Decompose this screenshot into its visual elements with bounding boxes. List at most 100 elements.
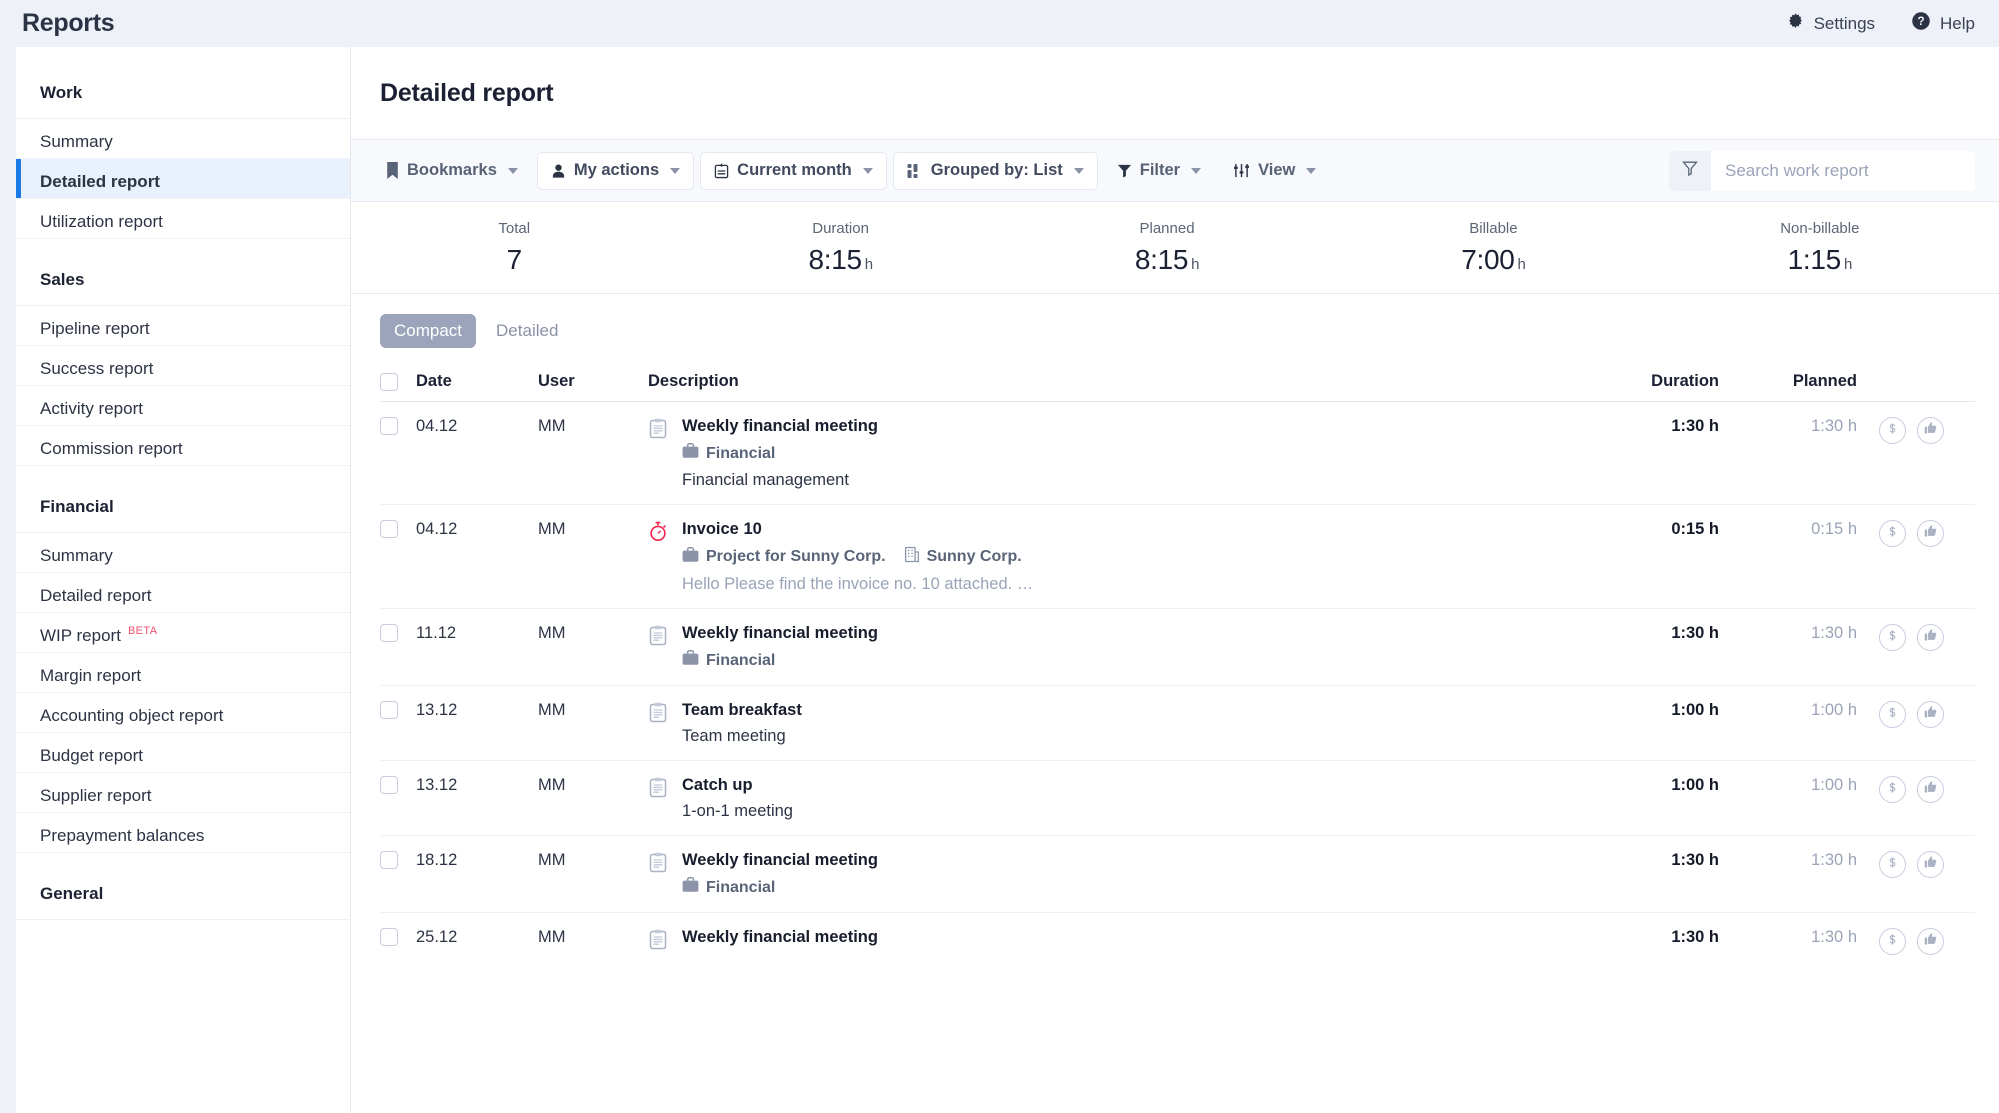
description-title[interactable]: Weekly financial meeting bbox=[682, 851, 878, 870]
density-tabs: Compact Detailed bbox=[351, 294, 1999, 362]
page-title: Detailed report bbox=[380, 78, 554, 107]
table-row[interactable]: 25.12 MM Weekly financial meeting 1:30 h 1:3… bbox=[380, 913, 1975, 969]
app-title: Reports bbox=[22, 9, 115, 37]
project-chip[interactable]: Financial bbox=[682, 650, 775, 671]
sidebar-item-pipeline-report[interactable]: Pipeline report bbox=[16, 306, 350, 346]
project-chip[interactable]: Financial bbox=[682, 877, 775, 898]
stat-unit: h bbox=[1191, 255, 1200, 273]
description-title[interactable]: Invoice 10 bbox=[682, 520, 1033, 539]
search-filter-icon-button[interactable] bbox=[1669, 151, 1711, 191]
header-duration[interactable]: Duration bbox=[1577, 372, 1737, 391]
sidebar-item-summary[interactable]: Summary bbox=[16, 119, 350, 159]
row-checkbox[interactable] bbox=[380, 624, 398, 642]
approve-button[interactable] bbox=[1917, 624, 1944, 651]
sidebar-item-wip-report[interactable]: WIP report BETA bbox=[16, 613, 350, 653]
stat-value: 8:15 h bbox=[677, 244, 1003, 276]
header-planned[interactable]: Planned bbox=[1737, 372, 1857, 391]
description-title[interactable]: Weekly financial meeting bbox=[682, 928, 878, 947]
sidebar-item-accounting-object-report[interactable]: Accounting object report bbox=[16, 693, 350, 733]
sidebar-item-supplier-report[interactable]: Supplier report bbox=[16, 773, 350, 813]
cell-description: Weekly financial meeting bbox=[648, 928, 1577, 955]
report-table: Date User Description Duration Planned 0… bbox=[351, 362, 1999, 969]
help-button[interactable]: ? Help bbox=[1911, 11, 1975, 36]
tab-detailed[interactable]: Detailed bbox=[482, 314, 572, 348]
customer-chip[interactable]: Sunny Corp. bbox=[904, 546, 1022, 568]
table-row[interactable]: 04.12 MM Weekly financial meeting Financial… bbox=[380, 402, 1975, 505]
sidebar-item-margin-report[interactable]: Margin report bbox=[16, 653, 350, 693]
main-header: Detailed report bbox=[351, 47, 1999, 140]
table-row[interactable]: 13.12 MM Team breakfast Team meeting 1:00 h 1… bbox=[380, 686, 1975, 761]
stat-total: Total 7 bbox=[351, 220, 677, 276]
billable-toggle-button[interactable] bbox=[1879, 851, 1906, 878]
description-meta: Financial bbox=[682, 443, 878, 464]
select-all-checkbox[interactable] bbox=[380, 372, 398, 391]
approve-button[interactable] bbox=[1917, 928, 1944, 955]
project-chip[interactable]: Financial bbox=[682, 443, 775, 464]
funnel-icon bbox=[1117, 163, 1132, 178]
sidebar-item-budget-report[interactable]: Budget report bbox=[16, 733, 350, 773]
description-title[interactable]: Weekly financial meeting bbox=[682, 417, 878, 436]
briefcase-icon bbox=[682, 546, 699, 568]
clipboard-icon bbox=[648, 417, 668, 490]
group-by-filter[interactable]: Grouped by: List bbox=[892, 151, 1098, 190]
sidebar-item-prepayment-balances[interactable]: Prepayment balances bbox=[16, 813, 350, 853]
my-actions-filter[interactable]: My actions bbox=[536, 151, 695, 190]
sidebar-item-label: Accounting object report bbox=[40, 706, 224, 725]
header-user[interactable]: User bbox=[538, 372, 648, 391]
cell-user: MM bbox=[538, 928, 566, 946]
table-row[interactable]: 13.12 MM Catch up 1-on-1 meeting 1:00 h 1:00 … bbox=[380, 761, 1975, 836]
approve-button[interactable] bbox=[1917, 520, 1944, 547]
header-date[interactable]: Date bbox=[416, 372, 538, 391]
table-row[interactable]: 11.12 MM Weekly financial meeting Financial… bbox=[380, 609, 1975, 686]
date-range-filter[interactable]: Current month bbox=[700, 151, 887, 190]
billable-toggle-button[interactable] bbox=[1879, 417, 1906, 444]
row-checkbox[interactable] bbox=[380, 417, 398, 435]
billable-toggle-button[interactable] bbox=[1879, 701, 1906, 728]
help-label: Help bbox=[1940, 13, 1975, 33]
description-subtext: Hello Please find the invoice no. 10 att… bbox=[682, 575, 1034, 593]
project-chip[interactable]: Project for Sunny Corp. bbox=[682, 546, 886, 568]
billable-toggle-button[interactable] bbox=[1879, 928, 1906, 955]
row-checkbox[interactable] bbox=[380, 928, 398, 946]
description-title[interactable]: Catch up bbox=[682, 776, 793, 795]
description-title[interactable]: Team breakfast bbox=[682, 701, 802, 720]
dollar-circle-icon bbox=[1885, 628, 1900, 648]
row-checkbox[interactable] bbox=[380, 520, 398, 538]
settings-button[interactable]: Settings bbox=[1786, 12, 1875, 36]
view-button[interactable]: View bbox=[1220, 152, 1329, 190]
sidebar-item-commission-report[interactable]: Commission report bbox=[16, 426, 350, 466]
approve-button[interactable] bbox=[1917, 701, 1944, 728]
billable-toggle-button[interactable] bbox=[1879, 776, 1906, 803]
sidebar-item-summary[interactable]: Summary bbox=[16, 533, 350, 573]
stat-unit: h bbox=[1517, 255, 1526, 273]
description-meta: Financial bbox=[682, 877, 878, 898]
row-checkbox[interactable] bbox=[380, 851, 398, 869]
calendar-icon bbox=[714, 163, 729, 179]
sidebar-item-detailed-report[interactable]: Detailed report bbox=[16, 573, 350, 613]
header-description[interactable]: Description bbox=[648, 372, 1577, 391]
approve-button[interactable] bbox=[1917, 851, 1944, 878]
sidebar-item-success-report[interactable]: Success report bbox=[16, 346, 350, 386]
dollar-circle-icon bbox=[1885, 780, 1900, 800]
table-row[interactable]: 04.12 MM Invoice 10 Project for Sunny Corp.… bbox=[380, 505, 1975, 609]
sidebar-item-activity-report[interactable]: Activity report bbox=[16, 386, 350, 426]
approve-button[interactable] bbox=[1917, 417, 1944, 444]
description-title[interactable]: Weekly financial meeting bbox=[682, 624, 878, 643]
sidebar-item-detailed-report[interactable]: Detailed report bbox=[16, 159, 350, 199]
row-checkbox[interactable] bbox=[380, 776, 398, 794]
sidebar-item-utilization-report[interactable]: Utilization report bbox=[16, 199, 350, 239]
bookmarks-button[interactable]: Bookmarks bbox=[373, 152, 531, 190]
search-input[interactable] bbox=[1711, 150, 1975, 191]
cell-planned: 1:30 h bbox=[1811, 928, 1857, 946]
row-checkbox[interactable] bbox=[380, 701, 398, 719]
billable-toggle-button[interactable] bbox=[1879, 520, 1906, 547]
dollar-circle-icon bbox=[1885, 932, 1900, 952]
cell-user: MM bbox=[538, 701, 566, 719]
description-meta: Project for Sunny Corp. Sunny Corp. bbox=[682, 546, 1033, 568]
tab-compact[interactable]: Compact bbox=[380, 314, 477, 348]
approve-button[interactable] bbox=[1917, 776, 1944, 803]
table-row[interactable]: 18.12 MM Weekly financial meeting Financial… bbox=[380, 836, 1975, 913]
filter-button[interactable]: Filter bbox=[1104, 152, 1214, 190]
billable-toggle-button[interactable] bbox=[1879, 624, 1906, 651]
cell-description: Weekly financial meeting Financial Financi… bbox=[648, 417, 1577, 490]
